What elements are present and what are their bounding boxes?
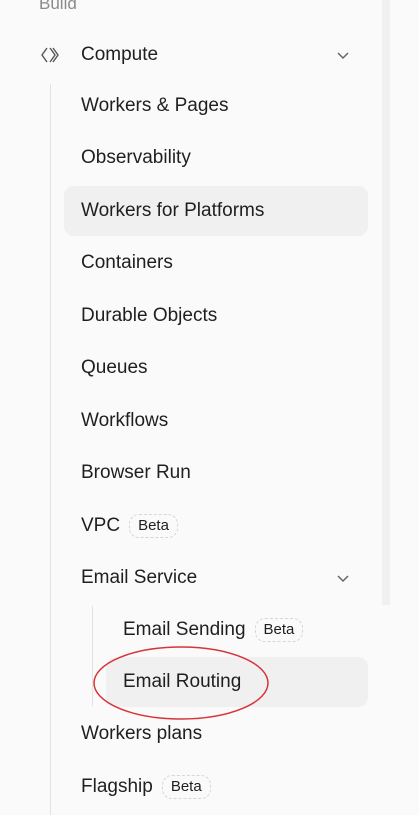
sidebar-item-email-service[interactable]: Email Service — [64, 553, 368, 603]
section-label-build: Build — [39, 0, 77, 13]
sidebar-scrollbar[interactable] — [382, 0, 390, 605]
sidebar-item-label: Workers & Pages — [81, 95, 229, 116]
highlight-annotation-ellipse — [93, 646, 269, 720]
sidebar-item-label: Compute — [81, 44, 159, 65]
compute-tree-line — [50, 84, 51, 815]
beta-badge: Beta — [129, 514, 178, 538]
sidebar-item-label: Durable Objects — [81, 305, 218, 326]
sidebar-item-workers-for-platforms[interactable]: Workers for Platforms — [64, 186, 368, 236]
compute-icon — [39, 44, 61, 66]
sidebar-item-durable-objects[interactable]: Durable Objects — [64, 291, 368, 341]
beta-badge: Beta — [161, 775, 211, 799]
sidebar-item-observability[interactable]: Observability — [64, 133, 368, 183]
beta-badge: Beta — [254, 618, 304, 642]
sidebar-item-workers-pages[interactable]: Workers & Pages — [64, 81, 368, 131]
chevron-down-icon[interactable] — [336, 48, 350, 62]
sidebar-item-label: Containers — [81, 252, 173, 273]
sidebar-item-label: Observability — [81, 147, 191, 168]
sidebar-item-label: Queues — [81, 357, 148, 378]
sidebar-item-label: Browser Run — [81, 462, 191, 483]
sidebar-item-label: Workflows — [81, 410, 169, 431]
sidebar-item-label: Email Service — [81, 567, 198, 588]
sidebar-item-vpc[interactable]: VPC Beta — [64, 501, 368, 551]
chevron-down-icon[interactable] — [336, 571, 350, 585]
sidebar-item-flagship[interactable]: Flagship Beta — [64, 762, 368, 812]
sidebar-item-compute[interactable]: Compute — [39, 30, 368, 80]
sidebar-item-label: VPC — [81, 515, 121, 536]
sidebar-item-label: Email Sending — [123, 619, 246, 640]
sidebar-item-queues[interactable]: Queues — [64, 343, 368, 393]
sidebar-item-label: Workers plans — [81, 723, 203, 744]
sidebar-item-containers[interactable]: Containers — [64, 238, 368, 288]
sidebar-item-label: Workers for Platforms — [81, 200, 265, 221]
sidebar-item-browser-run[interactable]: Browser Run — [64, 448, 368, 498]
sidebar-item-workflows[interactable]: Workflows — [64, 396, 368, 446]
sidebar-item-label: Flagship — [81, 776, 153, 797]
